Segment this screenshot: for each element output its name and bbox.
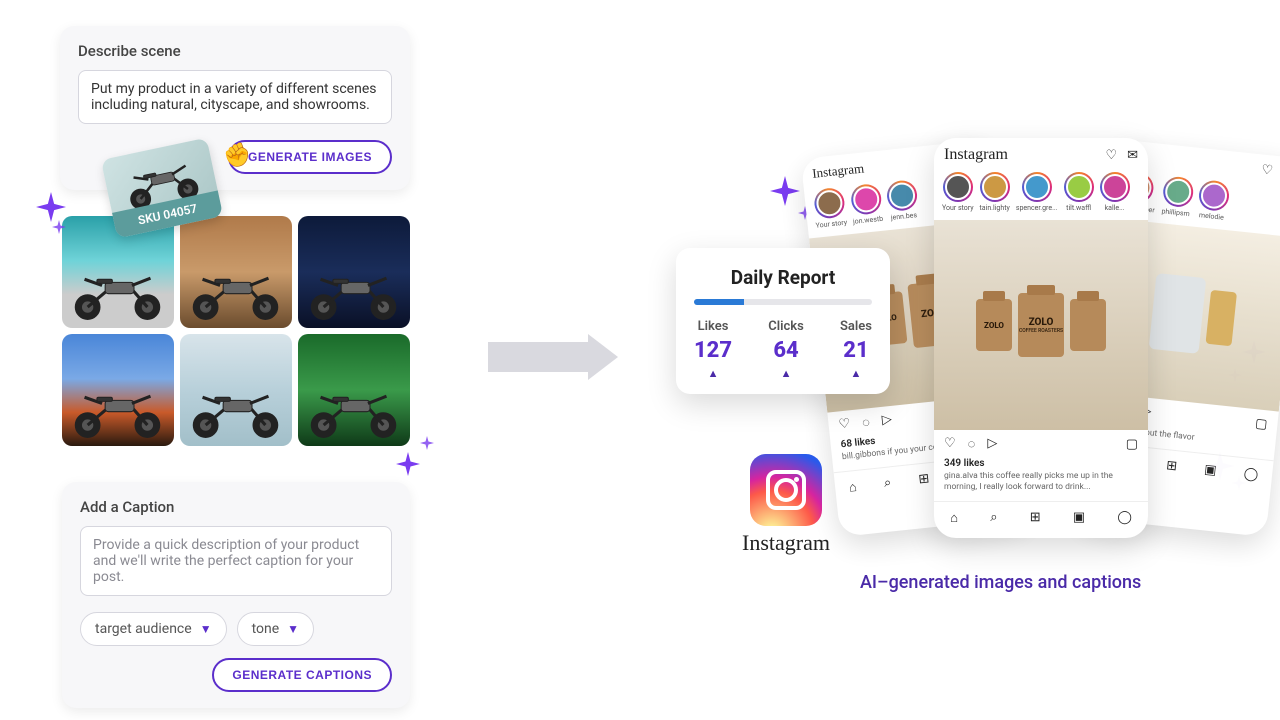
chevron-down-icon: ▼ xyxy=(200,622,212,636)
reels-icon[interactable]: ▣ xyxy=(1073,510,1085,526)
flow-arrow-icon xyxy=(488,334,628,380)
motorcycle-icon xyxy=(184,375,287,442)
motorcycle-icon xyxy=(66,375,169,442)
comment-icon[interactable]: ◌ xyxy=(968,436,976,452)
sparkle-icon xyxy=(52,220,66,234)
daily-report-card: Daily Report Likes 127 ▲ Clicks 64 ▲ Sal… xyxy=(676,248,890,394)
generated-image-5[interactable] xyxy=(180,334,292,446)
generated-image-2[interactable] xyxy=(180,216,292,328)
metric-sales: Sales 21 ▲ xyxy=(840,319,872,380)
message-icon: ✉ xyxy=(1127,148,1138,163)
post-caption: gina.alva this coffee really picks me up… xyxy=(934,469,1148,501)
trend-up-icon: ▲ xyxy=(768,367,804,380)
home-icon[interactable]: ⌂ xyxy=(950,510,958,526)
motorcycle-icon xyxy=(66,257,169,324)
search-icon[interactable]: ⌕ xyxy=(990,510,997,526)
trend-up-icon: ▲ xyxy=(840,367,872,380)
target-audience-label: target audience xyxy=(95,621,192,637)
metric-clicks: Clicks 64 ▲ xyxy=(768,319,804,380)
caption-input[interactable] xyxy=(80,526,392,596)
add-caption-title: Add a Caption xyxy=(80,498,392,516)
bookmark-icon[interactable]: ▢ xyxy=(1254,416,1268,432)
comment-icon[interactable]: ◌ xyxy=(861,414,870,431)
generated-image-4[interactable] xyxy=(62,334,174,446)
add-icon[interactable]: ⊞ xyxy=(918,471,931,488)
add-icon[interactable]: ⊞ xyxy=(1030,510,1041,526)
generated-image-3[interactable] xyxy=(298,216,410,328)
likes-count: 349 likes xyxy=(934,458,1148,469)
post-actions: ♡ ◌ ▷ ▢ xyxy=(934,430,1148,458)
profile-icon[interactable]: ◯ xyxy=(1243,466,1259,483)
profile-icon[interactable]: ◯ xyxy=(1117,510,1132,526)
sparkle-icon xyxy=(420,436,434,450)
instagram-badge: Instagram xyxy=(742,454,830,556)
share-icon[interactable]: ▷ xyxy=(987,436,997,452)
instagram-logo: Instagram xyxy=(944,146,1008,164)
home-icon[interactable]: ⌂ xyxy=(848,479,857,496)
sparkle-icon xyxy=(396,452,420,476)
sparkle-icon xyxy=(36,192,66,222)
trend-up-icon: ▲ xyxy=(694,367,732,380)
instagram-phone-center: Instagram ♡ ✉ Your story tain.lighty spen… xyxy=(934,138,1148,538)
tagline-text: AI–generated images and captions xyxy=(860,572,1141,593)
add-caption-card: Add a Caption target audience ▼ tone ▼ G… xyxy=(62,482,410,708)
sparkle-icon xyxy=(770,176,800,206)
instagram-app-icon xyxy=(750,454,822,526)
instagram-wordmark: Instagram xyxy=(742,530,830,556)
heart-icon: ♡ xyxy=(1105,148,1117,163)
tone-select[interactable]: tone ▼ xyxy=(237,612,314,646)
motorcycle-icon xyxy=(302,257,405,324)
generated-image-grid xyxy=(62,216,410,446)
instagram-logo: Instagram xyxy=(811,160,864,181)
bottom-nav: ⌂ ⌕ ⊞ ▣ ◯ xyxy=(934,501,1148,534)
reels-icon[interactable]: ▣ xyxy=(1203,462,1217,479)
chevron-down-icon: ▼ xyxy=(287,622,299,636)
motorcycle-icon xyxy=(302,375,405,442)
heart-icon[interactable]: ♡ xyxy=(944,436,956,452)
report-title: Daily Report xyxy=(694,266,872,289)
progress-bar xyxy=(694,299,872,305)
metric-likes: Likes 127 ▲ xyxy=(694,319,732,380)
share-icon[interactable]: ▷ xyxy=(881,412,893,429)
generated-image-6[interactable] xyxy=(298,334,410,446)
tone-label: tone xyxy=(252,621,280,637)
search-icon[interactable]: ⌕ xyxy=(883,475,892,492)
stories-row: Your story tain.lighty spencer.gre... ti… xyxy=(934,168,1148,220)
target-audience-select[interactable]: target audience ▼ xyxy=(80,612,227,646)
generate-captions-button[interactable]: GENERATE CAPTIONS xyxy=(212,658,392,692)
feed-image: ZOLO ZOLOCOFFEE ROASTERS xyxy=(934,220,1148,430)
add-icon[interactable]: ⊞ xyxy=(1165,458,1178,475)
scene-input[interactable] xyxy=(78,70,392,124)
heart-icon[interactable]: ♡ xyxy=(838,416,851,433)
bookmark-icon[interactable]: ▢ xyxy=(1126,437,1138,452)
heart-icon: ♡ xyxy=(1261,162,1274,178)
describe-scene-title: Describe scene xyxy=(78,42,392,60)
motorcycle-icon xyxy=(184,257,287,324)
